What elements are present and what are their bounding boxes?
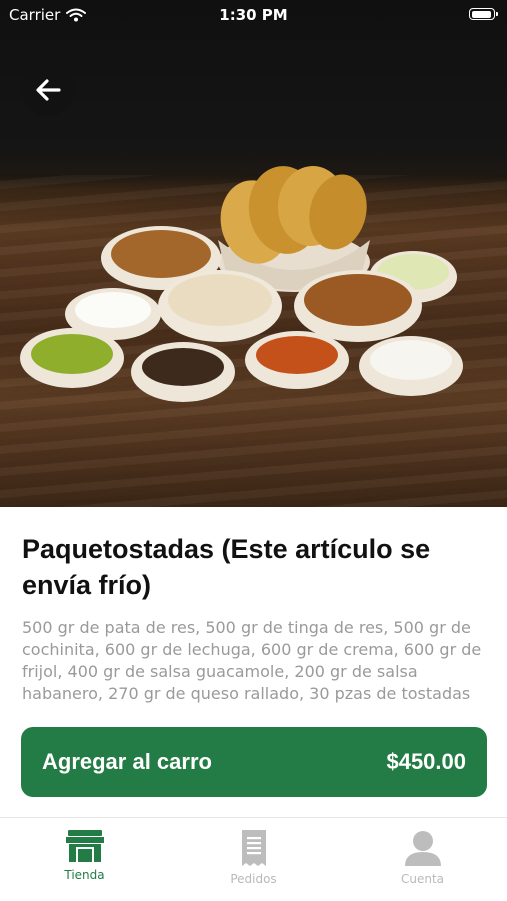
store-icon (65, 830, 104, 862)
tab-tienda-label: Tienda (64, 868, 105, 882)
product-title: Paquetostadas (Este artículo se envía fr… (22, 534, 431, 600)
tab-bar: Tienda Pedidos Cuenta (0, 817, 507, 901)
product-description: 500 gr de pata de res, 500 gr de tinga d… (22, 618, 482, 703)
tab-pedidos-label: Pedidos (230, 872, 277, 886)
tab-cuenta[interactable]: Cuenta (338, 818, 507, 901)
tab-cuenta-label: Cuenta (400, 872, 445, 886)
add-to-cart-button[interactable]: Agregar al carro $450.00 (21, 727, 487, 797)
battery-icon (469, 8, 498, 20)
product-image (0, 0, 507, 507)
tab-pedidos[interactable]: Pedidos (169, 818, 338, 901)
price-label: $450.00 (386, 749, 466, 774)
status-bar: Carrier 1:30 PM (0, 0, 507, 30)
back-button[interactable] (22, 64, 74, 116)
receipt-icon (241, 830, 266, 866)
arrow-left-icon (36, 79, 61, 101)
tab-tienda[interactable]: Tienda (0, 818, 169, 901)
add-to-cart-label: Agregar al carro (42, 749, 212, 774)
clock: 1:30 PM (219, 6, 288, 24)
user-icon (404, 831, 441, 866)
